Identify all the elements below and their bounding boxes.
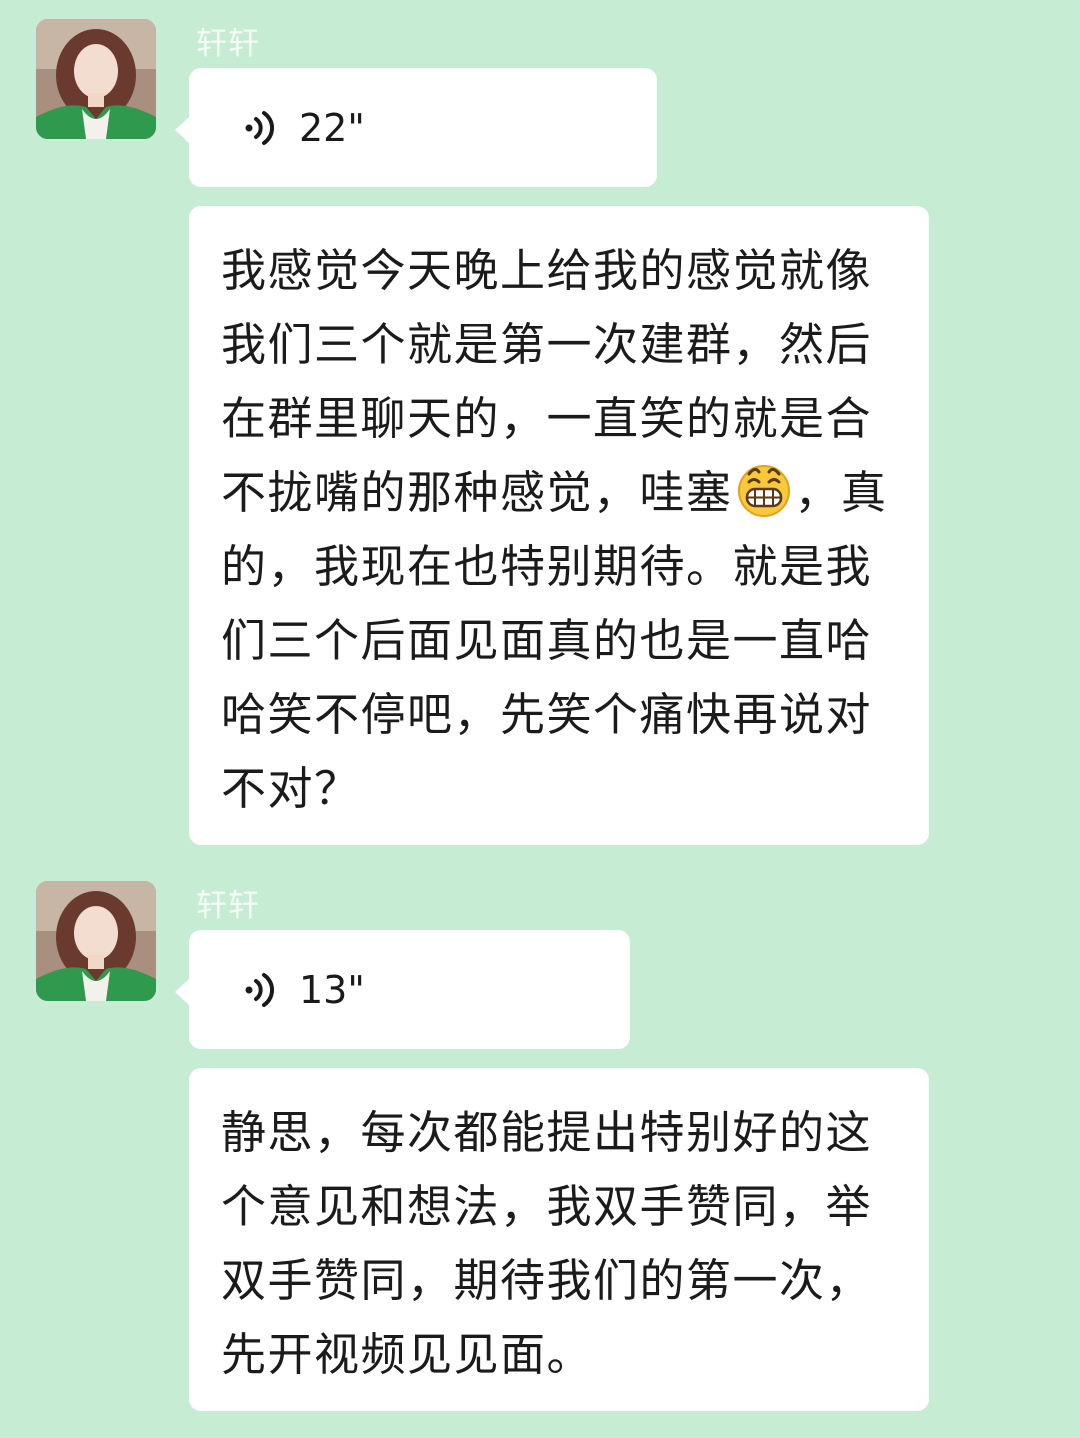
avatar[interactable]	[36, 881, 156, 1001]
voice-wave-icon	[245, 111, 274, 145]
sender-name: 轩轩	[196, 26, 260, 62]
voice-message-bubble[interactable]: 22"	[175, 68, 657, 187]
avatar-photo	[36, 19, 156, 139]
text-message-bubble[interactable]: 我感觉今天晚上给我的感觉就像我们三个就是第一次建群，然后在群里聊天的，一直笑的就…	[189, 206, 929, 845]
sender-name: 轩轩	[196, 888, 260, 924]
voice-duration: 13"	[299, 968, 365, 1012]
bubble-tail	[175, 116, 190, 144]
avatar[interactable]	[36, 19, 156, 139]
message-text: 我感觉今天晚上给我的感觉就像我们三个就是第一次建群，然后在群里聊天的，一直笑的就…	[221, 234, 899, 826]
voice-message-bubble[interactable]: 13"	[175, 930, 630, 1049]
message-text: 静思，每次都能提出特别好的这个意见和想法，我双手赞同，举双手赞同，期待我们的第一…	[221, 1106, 873, 1381]
avatar-photo	[36, 881, 156, 1001]
voice-duration: 22"	[299, 106, 365, 150]
grinning-face-emoji	[737, 465, 790, 517]
voice-wave-icon	[245, 973, 274, 1007]
text-message-bubble[interactable]: 静思，每次都能提出特别好的这个意见和想法，我双手赞同，举双手赞同，期待我们的第一…	[189, 1068, 929, 1411]
bubble-tail	[175, 978, 190, 1006]
